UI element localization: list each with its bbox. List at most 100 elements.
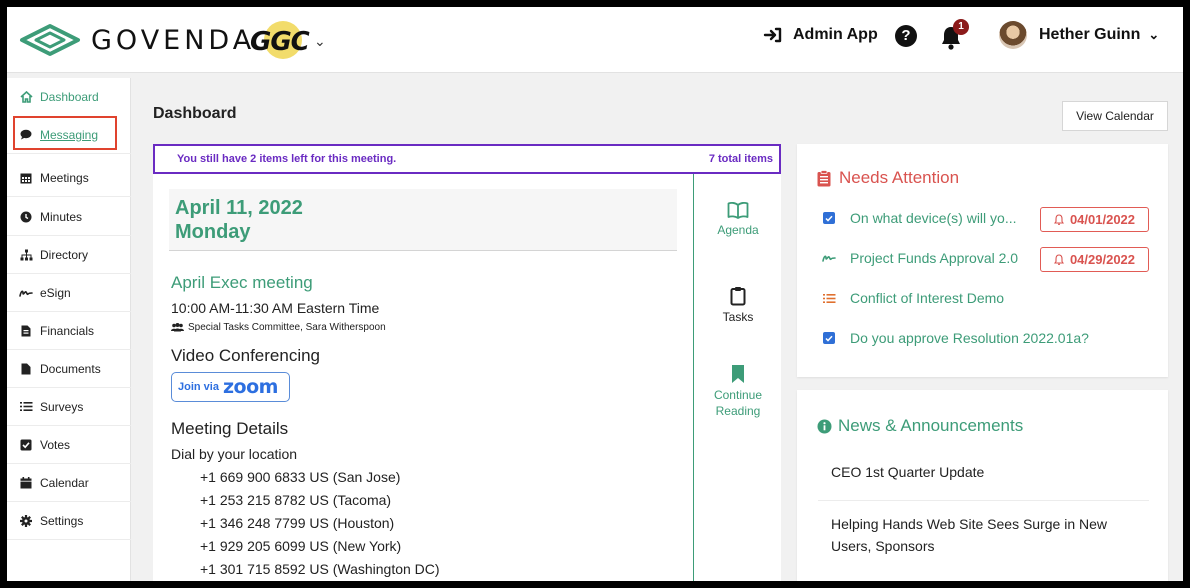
needs-attention-card: Needs Attention On what device(s) will y… bbox=[797, 144, 1168, 377]
sidebar-item-label: Votes bbox=[40, 437, 71, 452]
total-items-count[interactable]: 7 total items bbox=[709, 153, 773, 165]
news-item[interactable]: Helping Hands Web Site Sees Surge in New… bbox=[818, 513, 1149, 569]
calendar-grid-icon bbox=[19, 171, 33, 185]
sidebar-item-minutes[interactable]: Minutes bbox=[7, 198, 131, 236]
view-calendar-button[interactable]: View Calendar bbox=[1062, 101, 1168, 131]
book-open-icon bbox=[727, 201, 749, 219]
chevron-down-icon: ⌄ bbox=[1148, 27, 1160, 42]
bookmark-icon bbox=[732, 365, 744, 383]
clipboard-list-icon bbox=[817, 169, 831, 186]
sidebar-item-financials[interactable]: Financials bbox=[7, 312, 131, 350]
due-date-badge: 04/01/2022 bbox=[1040, 207, 1149, 232]
banner-message: You still have 2 items left for this mee… bbox=[177, 153, 397, 165]
dial-in-number: +1 669 900 6833 US (San Jose) bbox=[200, 469, 401, 485]
sidebar-item-label: Calendar bbox=[40, 475, 89, 490]
dial-in-number: +1 301 715 8592 US (Washington DC) bbox=[200, 561, 440, 577]
news-heading: News & Announcements bbox=[817, 416, 1023, 436]
user-name: Hether Guinn bbox=[1039, 26, 1141, 43]
join-label: Join via bbox=[178, 381, 219, 393]
needs-attention-heading: Needs Attention bbox=[817, 168, 959, 188]
meeting-content: April 11, 2022 Monday April Exec meeting… bbox=[153, 174, 694, 581]
attention-item-label: Project Funds Approval 2.0 bbox=[850, 250, 1019, 266]
dial-in-number: +1 346 248 7799 US (Houston) bbox=[200, 515, 395, 531]
sidebar-item-label: Minutes bbox=[40, 209, 83, 224]
clock-icon bbox=[19, 210, 33, 224]
signature-icon bbox=[822, 251, 836, 265]
sign-in-icon bbox=[763, 27, 782, 43]
bell-outline-icon bbox=[1053, 253, 1064, 265]
calendar-icon bbox=[19, 476, 33, 490]
join-zoom-button[interactable]: Join via zoom bbox=[171, 372, 290, 402]
dial-in-number: +1 929 205 6099 US (New York) bbox=[200, 538, 402, 554]
admin-app-link[interactable]: Admin App bbox=[763, 26, 878, 44]
org-badge-text: GGC bbox=[250, 27, 310, 57]
help-icon[interactable]: ? bbox=[895, 25, 917, 47]
attention-item-label: Do you approve Resolution 2022.01a? bbox=[850, 330, 1089, 346]
sidebar-item-dashboard[interactable]: Dashboard bbox=[7, 78, 131, 116]
due-date: 04/29/2022 bbox=[1069, 252, 1136, 267]
agenda-button[interactable]: Agenda bbox=[695, 201, 781, 237]
sidebar-item-directory[interactable]: Directory bbox=[7, 236, 131, 274]
sidebar-item-label: Meetings bbox=[40, 170, 89, 185]
sidebar-item-settings[interactable]: Settings bbox=[7, 502, 131, 540]
user-menu[interactable]: Hether Guinn ⌄ bbox=[999, 21, 1159, 49]
clipboard-icon bbox=[730, 287, 746, 306]
meeting-date-box: April 11, 2022 Monday bbox=[169, 189, 677, 251]
news-item-title: Helping Hands Web Site Sees Surge in New bbox=[831, 516, 1108, 532]
tasks-label: Tasks bbox=[722, 310, 754, 324]
chevron-down-icon: ⌄ bbox=[314, 32, 326, 49]
dial-in-number: +1 253 215 8782 US (Tacoma) bbox=[200, 492, 392, 508]
due-date-badge: 04/29/2022 bbox=[1040, 247, 1149, 272]
page-title: Dashboard bbox=[153, 105, 237, 122]
govenda-logo[interactable]: GOVENDA bbox=[19, 22, 255, 58]
news-item[interactable]: CEO 1st Quarter Update bbox=[818, 461, 1149, 501]
home-icon bbox=[19, 90, 33, 104]
sidebar-item-surveys[interactable]: Surveys bbox=[7, 388, 131, 426]
notifications-button[interactable]: 1 bbox=[940, 19, 969, 51]
news-item-title: CEO 1st Quarter Update bbox=[831, 464, 985, 480]
checkbox-icon bbox=[19, 438, 33, 452]
news-item-title-cont: Users, Sponsors bbox=[831, 538, 935, 554]
meeting-date: April 11, 2022 bbox=[175, 197, 303, 219]
sidebar-item-label: Documents bbox=[40, 361, 101, 376]
sidebar-item-meetings[interactable]: Meetings bbox=[7, 159, 131, 197]
news-title: News & Announcements bbox=[838, 416, 1024, 435]
continue-label: Continue bbox=[713, 388, 763, 402]
attention-item-vote[interactable]: Do you approve Resolution 2022.01a? bbox=[822, 330, 1089, 346]
comment-icon bbox=[19, 128, 33, 142]
meeting-panel: You still have 2 items left for this mee… bbox=[153, 144, 781, 581]
sidebar-item-label: eSign bbox=[40, 285, 71, 300]
tasks-button[interactable]: Tasks bbox=[695, 286, 781, 324]
meeting-details-heading: Meeting Details bbox=[171, 419, 289, 438]
logo-text: GOVENDA bbox=[91, 24, 256, 56]
sidebar-item-messaging[interactable]: Messaging bbox=[7, 116, 131, 154]
file-icon bbox=[19, 362, 33, 376]
continue-reading-button[interactable]: Continue Reading bbox=[695, 364, 781, 420]
dial-label: Dial by your location bbox=[171, 446, 298, 462]
attention-item-esign[interactable]: Project Funds Approval 2.0 bbox=[822, 250, 1018, 266]
meeting-attendees: Special Tasks Committee, Sara Witherspoo… bbox=[171, 322, 386, 333]
meeting-title-link[interactable]: April Exec meeting bbox=[171, 273, 313, 293]
list-icon bbox=[19, 400, 33, 414]
sidebar-item-votes[interactable]: Votes bbox=[7, 426, 131, 464]
news-card: News & Announcements CEO 1st Quarter Upd… bbox=[797, 390, 1168, 581]
checkbox-icon bbox=[822, 331, 836, 345]
govenda-logo-icon bbox=[20, 24, 80, 56]
checkbox-icon bbox=[822, 211, 836, 225]
admin-app-label: Admin App bbox=[793, 26, 878, 43]
zoom-logo: zoom bbox=[222, 376, 278, 398]
sidebar-item-label: Messaging bbox=[40, 127, 99, 142]
sidebar-item-esign[interactable]: eSign bbox=[7, 274, 131, 312]
sidebar-item-label: Financials bbox=[40, 323, 95, 338]
sidebar-item-label: Directory bbox=[40, 247, 89, 262]
org-switcher[interactable]: GGC ⌄ bbox=[250, 21, 326, 61]
sitemap-icon bbox=[19, 248, 33, 262]
sidebar-item-documents[interactable]: Documents bbox=[7, 350, 131, 388]
top-bar: GOVENDA GGC ⌄ Admin App ? 1 Hether Guinn… bbox=[7, 7, 1183, 73]
sidebar-item-label: Dashboard bbox=[40, 90, 99, 104]
due-date: 04/01/2022 bbox=[1069, 212, 1136, 227]
signature-icon bbox=[19, 286, 33, 300]
sidebar-item-calendar[interactable]: Calendar bbox=[7, 464, 131, 502]
attention-item-survey[interactable]: On what device(s) will yo... bbox=[822, 210, 1017, 226]
attention-item-list[interactable]: Conflict of Interest Demo bbox=[822, 290, 1004, 306]
